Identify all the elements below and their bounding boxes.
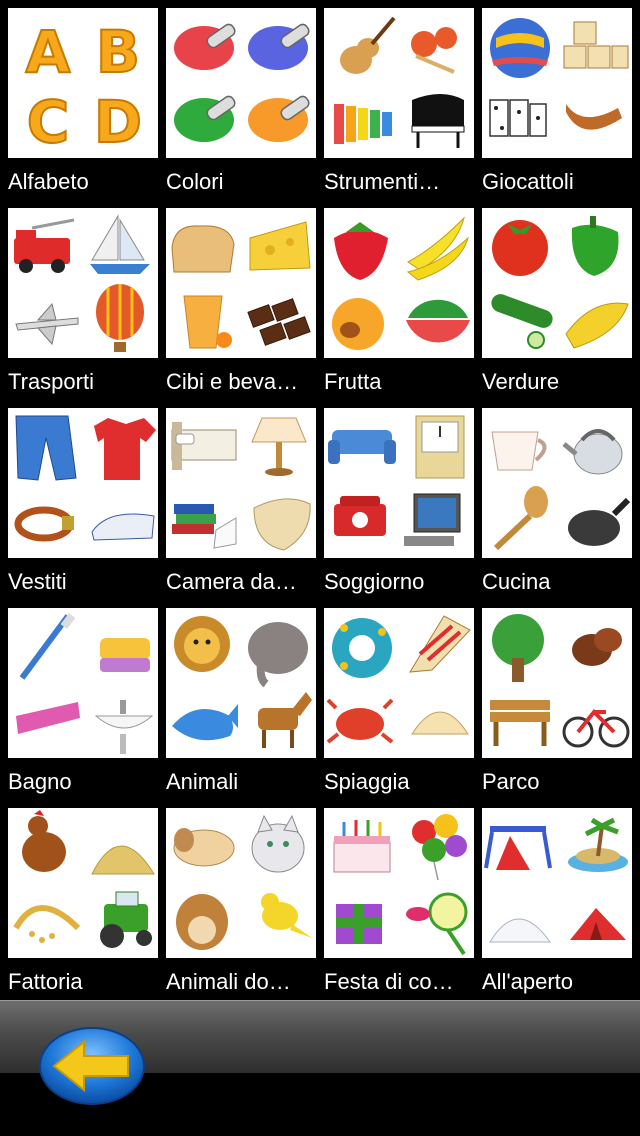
- category-label: Festa di co…: [324, 969, 454, 994]
- category-label: Verdure: [482, 369, 560, 394]
- category-beach[interactable]: Spiaggia: [316, 600, 474, 800]
- category-instruments[interactable]: Strumenti…: [316, 0, 474, 200]
- living-room-icon: [324, 408, 474, 558]
- svg-text:A: A: [26, 18, 71, 86]
- outdoors-icon: [482, 808, 632, 958]
- category-label: Strumenti…: [324, 169, 441, 194]
- svg-text:B: B: [96, 18, 140, 86]
- category-label: Giocattoli: [482, 169, 574, 194]
- colors-icon: [166, 8, 316, 158]
- alphabet-icon: A B C D: [8, 8, 158, 158]
- category-label: Cucina: [482, 569, 551, 594]
- beach-icon: [324, 608, 474, 758]
- svg-text:C: C: [27, 88, 70, 156]
- category-label: Soggiorno: [324, 569, 425, 594]
- category-label: Spiaggia: [324, 769, 410, 794]
- category-living-room[interactable]: Soggiorno: [316, 400, 474, 600]
- category-food-drinks[interactable]: Cibi e beva…: [158, 200, 316, 400]
- category-farm[interactable]: Fattoria: [0, 800, 158, 1000]
- category-bathroom[interactable]: Bagno: [0, 600, 158, 800]
- category-pets[interactable]: Animali do…: [158, 800, 316, 1000]
- category-label: Vestiti: [8, 569, 67, 594]
- category-label: Bagno: [8, 769, 72, 794]
- food-drinks-icon: [166, 208, 316, 358]
- bathroom-icon: [8, 608, 158, 758]
- category-park[interactable]: Parco: [474, 600, 632, 800]
- category-transport[interactable]: Trasporti: [0, 200, 158, 400]
- category-label: Animali: [166, 769, 239, 794]
- category-animals[interactable]: Animali: [158, 600, 316, 800]
- bottom-toolbar: [0, 1000, 640, 1136]
- category-label: Camera da…: [166, 569, 297, 594]
- pets-icon: [166, 808, 316, 958]
- category-clothes[interactable]: Vestiti: [0, 400, 158, 600]
- instruments-icon: [324, 8, 474, 158]
- category-label: Colori: [166, 169, 224, 194]
- back-button[interactable]: [38, 1026, 146, 1106]
- category-label: Trasporti: [8, 369, 94, 394]
- category-label: Parco: [482, 769, 540, 794]
- vegetables-icon: [482, 208, 632, 358]
- category-outdoors[interactable]: All'aperto: [474, 800, 632, 1000]
- category-grid: A B C D Alfabeto Colori Strumenti… Gioca…: [0, 0, 640, 1000]
- category-bedroom[interactable]: Camera da…: [158, 400, 316, 600]
- category-label: All'aperto: [482, 969, 574, 994]
- toys-icon: [482, 8, 632, 158]
- transport-icon: [8, 208, 158, 358]
- category-label: Frutta: [324, 369, 382, 394]
- park-icon: [482, 608, 632, 758]
- kitchen-icon: [482, 408, 632, 558]
- category-vegetables[interactable]: Verdure: [474, 200, 632, 400]
- fruit-icon: [324, 208, 474, 358]
- category-toys[interactable]: Giocattoli: [474, 0, 632, 200]
- category-label: Fattoria: [8, 969, 83, 994]
- birthday-party-icon: [324, 808, 474, 958]
- animals-icon: [166, 608, 316, 758]
- category-label: Cibi e beva…: [166, 369, 299, 394]
- category-kitchen[interactable]: Cucina: [474, 400, 632, 600]
- svg-text:D: D: [94, 88, 142, 156]
- back-arrow-icon: [39, 1027, 145, 1105]
- farm-icon: [8, 808, 158, 958]
- clothes-icon: [8, 408, 158, 558]
- category-birthday-party[interactable]: Festa di co…: [316, 800, 474, 1000]
- category-fruit[interactable]: Frutta: [316, 200, 474, 400]
- category-colors[interactable]: Colori: [158, 0, 316, 200]
- category-alphabet[interactable]: A B C D Alfabeto: [0, 0, 158, 200]
- category-label: Animali do…: [166, 969, 291, 994]
- category-label: Alfabeto: [8, 169, 89, 194]
- bedroom-icon: [166, 408, 316, 558]
